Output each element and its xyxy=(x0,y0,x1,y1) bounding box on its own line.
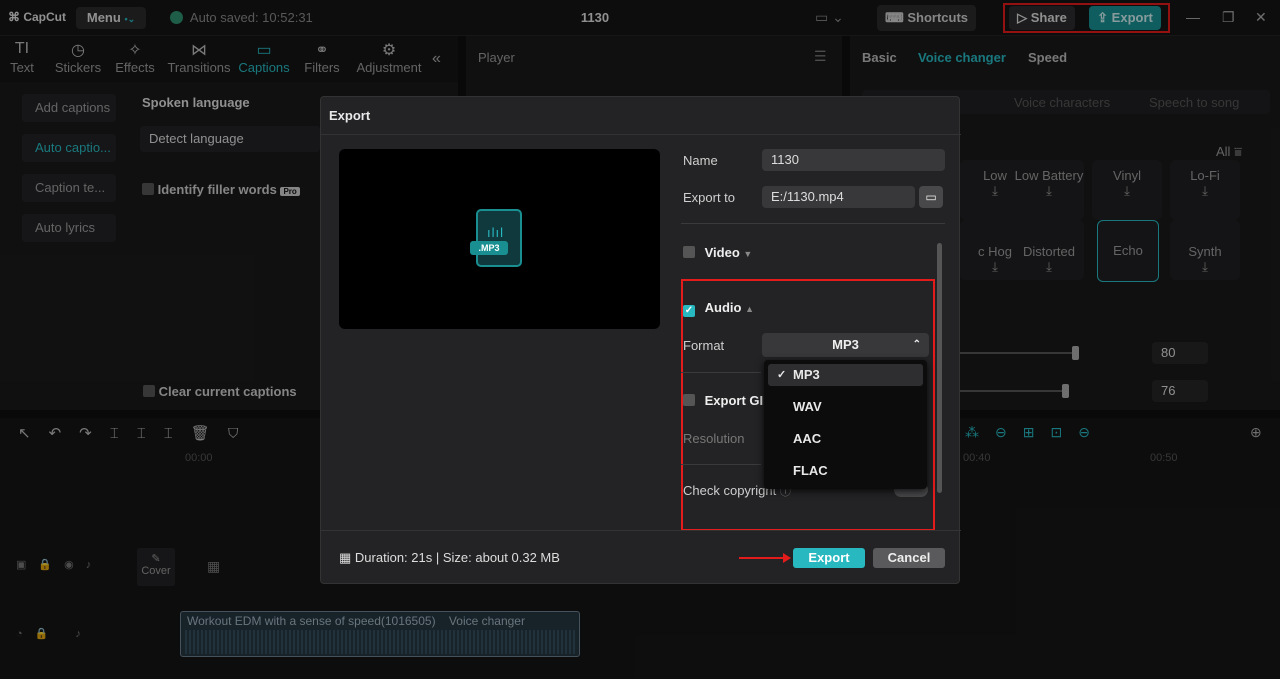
waveform-icon: ılıl xyxy=(487,225,504,240)
film-strip-icon: ▦ xyxy=(339,550,352,565)
divider xyxy=(681,223,945,224)
footer-info: ▦ Duration: 21s | Size: about 0.32 MB xyxy=(339,550,560,566)
export-preview: ılıl .MP3 xyxy=(339,149,660,329)
caret-up-icon: ▲ xyxy=(745,304,754,314)
audio-file-icon: ılıl xyxy=(476,209,522,267)
divider xyxy=(681,372,761,373)
export-path-value: E:/1130.mp4 xyxy=(771,189,844,204)
format-option-wav[interactable]: WAV xyxy=(768,396,923,418)
gif-checkbox[interactable] xyxy=(683,394,695,406)
dialog-title: Export xyxy=(329,108,371,123)
name-value: 1130 xyxy=(771,152,799,167)
format-select[interactable]: MP3 ⌃ xyxy=(762,333,929,357)
format-option-label: AAC xyxy=(793,431,822,446)
dialog-scrollbar[interactable] xyxy=(937,243,942,493)
chevron-up-icon: ⌃ xyxy=(912,339,921,350)
footer-info-text: Duration: 21s | Size: about 0.32 MB xyxy=(354,550,560,565)
format-option-flac[interactable]: FLAC xyxy=(768,460,923,482)
footer-divider xyxy=(321,530,961,531)
export-button[interactable]: Export xyxy=(793,548,865,568)
format-dropdown: ✓ MP3 WAV AAC FLAC xyxy=(764,360,927,489)
export-gif-label: Export GIF xyxy=(704,393,772,408)
format-option-label: WAV xyxy=(793,399,822,414)
audio-section-toggle[interactable]: ✓ Audio ▲ xyxy=(683,300,754,317)
divider xyxy=(321,134,961,135)
name-label: Name xyxy=(683,153,718,168)
format-label: Format xyxy=(683,338,725,353)
check-icon: ✓ xyxy=(777,369,787,381)
format-option-label: FLAC xyxy=(793,463,828,478)
cancel-button[interactable]: Cancel xyxy=(873,548,945,568)
export-dialog: Export ılıl .MP3 Name 1130 Export to E:/… xyxy=(320,96,961,584)
name-input[interactable]: 1130 xyxy=(762,149,945,171)
check-copyright-label: Check copyright xyxy=(683,483,777,498)
caret-down-icon: ▼ xyxy=(743,249,753,259)
format-option-mp3[interactable]: ✓ MP3 xyxy=(768,364,923,386)
format-option-aac[interactable]: AAC xyxy=(768,428,923,450)
export-gif-toggle[interactable]: Export GIF xyxy=(683,393,771,408)
file-type-badge: .MP3 xyxy=(470,241,508,255)
export-to-label: Export to xyxy=(683,190,736,205)
audio-label: Audio xyxy=(704,300,742,315)
red-arrow-head xyxy=(783,553,791,563)
export-path-input[interactable]: E:/1130.mp4 xyxy=(762,186,915,208)
audio-checkbox[interactable]: ✓ xyxy=(683,305,695,317)
red-arrow-line xyxy=(739,557,789,559)
video-checkbox[interactable] xyxy=(683,246,695,258)
video-label: Video xyxy=(704,245,740,260)
resolution-label: Resolution xyxy=(683,431,745,446)
format-value: MP3 xyxy=(832,337,859,352)
divider xyxy=(681,464,761,465)
video-section-toggle[interactable]: Video ▼ xyxy=(683,245,752,260)
format-option-label: MP3 xyxy=(793,367,820,382)
folder-icon[interactable]: ▭ xyxy=(919,186,943,208)
